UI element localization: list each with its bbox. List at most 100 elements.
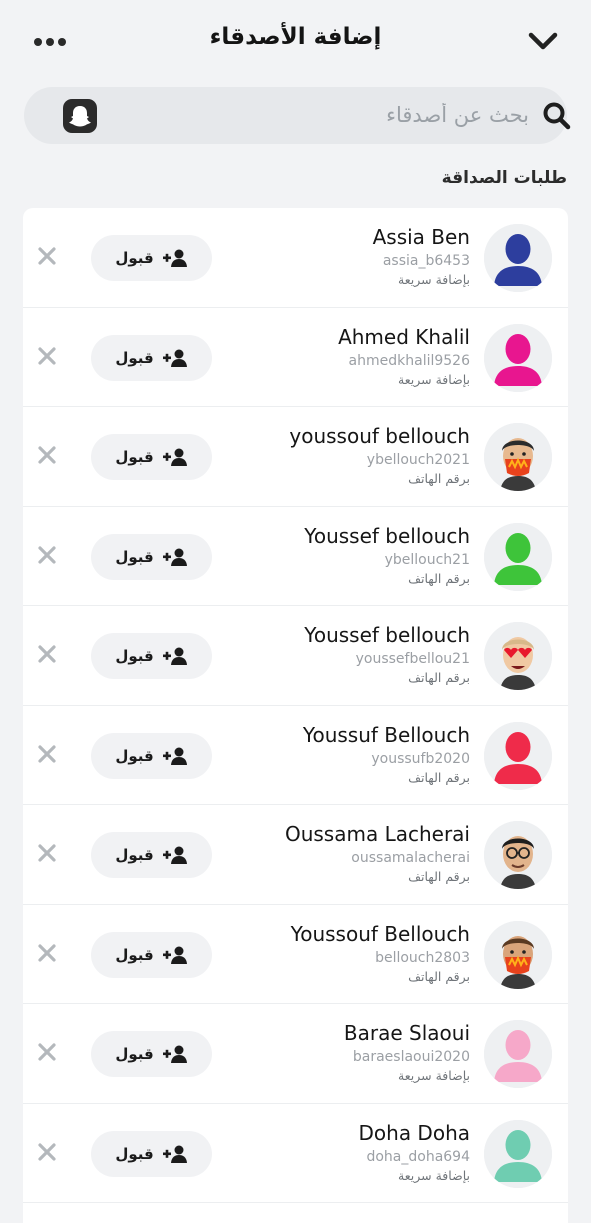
request-text: youssouf bellouch ybellouch2021 برقم الهات…: [210, 423, 470, 488]
request-text: Youssef bellouch youssefbellou21 برقم الها…: [210, 622, 470, 687]
friend-request-row: قبول Youssuf Bellouch youssufb2020 برقم اله…: [23, 706, 568, 805]
request-text: Oussama Lacherai oussamalacherai برقم الها…: [210, 821, 470, 886]
accept-button[interactable]: قبول: [91, 832, 212, 878]
username: youssufb2020: [371, 750, 470, 767]
dismiss-icon[interactable]: [37, 1042, 57, 1062]
avatar[interactable]: [484, 821, 552, 889]
username: baraeslaoui2020: [352, 1049, 470, 1065]
accept-label: قبول: [115, 547, 154, 566]
header: إضافة الأصدقاء: [0, 0, 591, 82]
username: oussamalacherai: [351, 850, 470, 866]
added-via: برقم الهاتف: [408, 869, 470, 884]
dismiss-icon[interactable]: [37, 644, 57, 664]
friend-request-row: قبول Oussama Lacherai oussamalacherai برقم …: [23, 805, 568, 905]
friend-request-row: قبول youssouf bellouch ybellouch2021 برقم ا…: [23, 407, 568, 507]
dismiss-icon[interactable]: [37, 545, 57, 565]
accept-button[interactable]: قبول: [91, 732, 212, 779]
display-name: Youssuf Bellouch: [302, 722, 470, 747]
avatar[interactable]: [484, 522, 552, 591]
display-name: Oussama Lacherai: [284, 822, 470, 846]
avatar[interactable]: [484, 721, 552, 790]
request-text: Ahmed Khalil ahmedkhalil9526 بإضافة سريعة: [210, 324, 470, 389]
add-friend-icon: [162, 1145, 187, 1163]
display-name: Youssouf Bellouch: [290, 921, 470, 946]
accept-label: قبول: [115, 448, 154, 466]
accept-label: قبول: [115, 249, 154, 267]
search-bar: [24, 87, 571, 144]
added-via: بإضافة سريعة: [398, 1068, 470, 1083]
add-friend-icon: [162, 548, 187, 566]
add-friend-icon: [162, 1045, 187, 1063]
accept-label: قبول: [115, 846, 154, 864]
chevron-down-icon[interactable]: [527, 30, 559, 52]
accept-button[interactable]: قبول: [91, 235, 212, 281]
display-name: youssouf bellouch: [289, 424, 470, 448]
dismiss-icon[interactable]: [37, 346, 57, 366]
accept-label: قبول: [115, 1045, 154, 1063]
added-via: برقم الهاتف: [408, 670, 470, 685]
accept-label: قبول: [115, 1144, 154, 1163]
add-friend-icon: [162, 647, 187, 665]
dismiss-icon[interactable]: [37, 943, 57, 963]
friend-request-row: قبول Assia Ben assia_b6453 بإضافة سريعة: [23, 208, 568, 308]
avatar[interactable]: [484, 1020, 552, 1088]
friend-requests-list: قبول Assia Ben assia_b6453 بإضافة سريعة قبول…: [23, 208, 568, 1223]
added-via: برقم الهاتف: [408, 570, 470, 586]
avatar[interactable]: [484, 323, 552, 392]
display-name: Youssef bellouch: [304, 623, 470, 647]
avatar[interactable]: [484, 1119, 552, 1188]
add-friend-icon: [162, 249, 187, 267]
accept-label: قبول: [115, 746, 154, 765]
search-input[interactable]: [114, 97, 529, 133]
dismiss-icon[interactable]: [37, 843, 57, 863]
accept-button[interactable]: قبول: [91, 633, 212, 679]
username: youssefbellou21: [355, 651, 470, 667]
request-text: Youssef bellouch ybellouch21 برقم الهاتف: [210, 523, 470, 588]
dismiss-icon[interactable]: [37, 1142, 57, 1162]
avatar[interactable]: [484, 224, 552, 292]
username: ybellouch2021: [366, 452, 470, 468]
dismiss-icon[interactable]: [37, 445, 57, 465]
added-via: برقم الهاتف: [408, 968, 470, 984]
added-via: برقم الهاتف: [408, 471, 470, 486]
page-title: إضافة الأصدقاء: [209, 24, 382, 50]
friend-request-row: قبول Doha Doha doha_doha694 بإضافة سريعة: [23, 1104, 568, 1203]
username: ybellouch21: [384, 551, 470, 568]
avatar[interactable]: [484, 423, 552, 491]
added-via: بإضافة سريعة: [398, 1167, 470, 1183]
search-icon[interactable]: [542, 101, 572, 131]
dismiss-icon[interactable]: [37, 246, 57, 266]
dismiss-icon[interactable]: [37, 744, 57, 764]
accept-button[interactable]: قبول: [91, 334, 212, 381]
add-friend-icon: [162, 448, 187, 466]
accept-button[interactable]: قبول: [91, 931, 212, 978]
request-text: Doha Doha doha_doha694 بإضافة سريعة: [210, 1120, 471, 1185]
snapchat-ghost-icon[interactable]: [63, 99, 97, 133]
username: doha_doha694: [366, 1148, 470, 1165]
accept-button[interactable]: قبول: [91, 1130, 212, 1177]
display-name: Youssef bellouch: [304, 523, 470, 548]
friend-request-row: قبول Youssef bellouch youssefbellou21 برقم …: [23, 606, 568, 706]
added-via: بإضافة سريعة: [398, 272, 470, 287]
display-name: Barae Slaoui: [343, 1021, 470, 1045]
add-friend-icon: [162, 349, 187, 367]
accept-label: قبول: [115, 348, 154, 367]
request-text: Youssouf Bellouch bellouch2803 برقم الهاتف: [210, 921, 470, 986]
avatar[interactable]: [484, 920, 552, 989]
username: ahmedkhalil9526: [348, 352, 470, 369]
accept-button[interactable]: قبول: [91, 434, 212, 480]
accept-label: قبول: [115, 647, 154, 665]
added-via: بإضافة سريعة: [398, 371, 470, 387]
friend-requests-heading: طلبات الصداقة: [441, 168, 567, 188]
avatar[interactable]: [484, 622, 552, 690]
add-friend-icon: [162, 946, 187, 964]
accept-label: قبول: [115, 945, 154, 964]
friend-request-row: قبول Youssef bellouch ybellouch21 برقم الها…: [23, 507, 568, 606]
accept-button[interactable]: قبول: [91, 533, 212, 580]
request-text: Barae Slaoui baraeslaoui2020 بإضافة سريعة: [210, 1020, 470, 1085]
added-via: برقم الهاتف: [408, 769, 470, 785]
accept-button[interactable]: قبول: [91, 1031, 212, 1077]
friend-request-row: قبول Barae Slaoui baraeslaoui2020 بإضافة سر…: [23, 1004, 568, 1104]
username: bellouch2803: [375, 949, 470, 966]
friend-request-row: قبول Youssouf Bellouch bellouch2803 برقم ال…: [23, 905, 568, 1004]
